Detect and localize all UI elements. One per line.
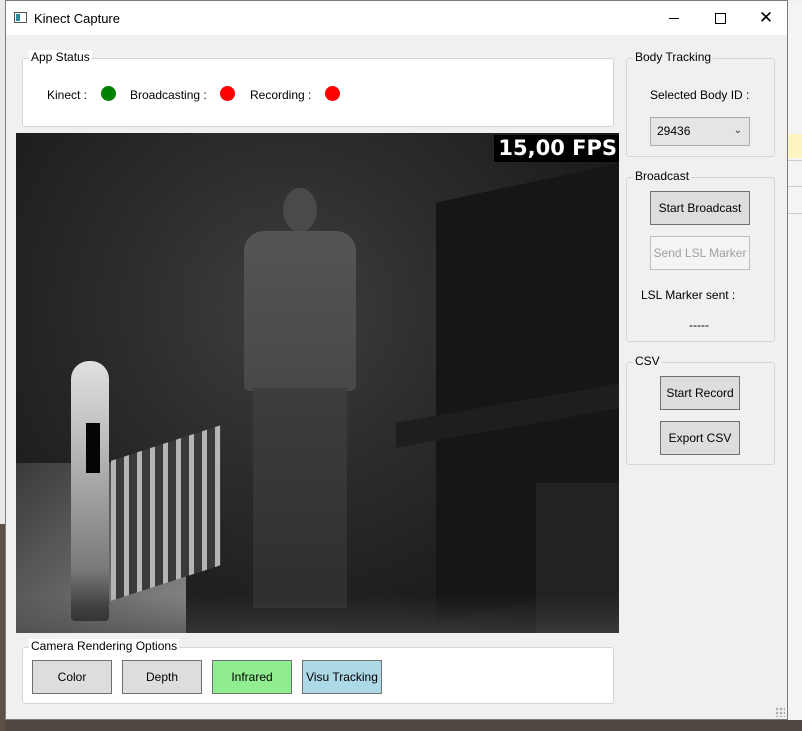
window-title: Kinect Capture	[34, 11, 120, 26]
selected-body-id-label: Selected Body ID :	[650, 88, 750, 102]
camera-rendering-options-group: Camera Rendering Options Color Depth Inf…	[22, 639, 614, 704]
maximize-icon	[714, 12, 726, 24]
broadcast-legend: Broadcast	[633, 169, 692, 183]
recording-status-indicator	[325, 86, 340, 101]
close-button[interactable]: ✕	[743, 1, 789, 35]
csv-group: CSV Start Record Export CSV	[626, 354, 775, 465]
broadcasting-label: Broadcasting :	[130, 88, 207, 102]
background-window-right	[786, 0, 802, 731]
kinect-status-indicator	[101, 86, 116, 101]
lsl-marker-sent-label: LSL Marker sent :	[641, 288, 736, 302]
minimize-button[interactable]	[651, 1, 697, 35]
lsl-marker-sent-value: -----	[689, 318, 709, 332]
resize-grip[interactable]	[775, 707, 785, 717]
broadcast-group: Broadcast Start Broadcast Send LSL Marke…	[626, 169, 775, 342]
selected-body-id-value: 29436	[657, 124, 691, 138]
minimize-icon	[669, 17, 679, 19]
body-tracking-legend: Body Tracking	[633, 50, 714, 64]
kinect-capture-window: Kinect Capture ✕ App Status Kinect : Bro…	[5, 0, 788, 720]
start-broadcast-button[interactable]: Start Broadcast	[650, 191, 750, 225]
camera-rendering-options-legend: Camera Rendering Options	[29, 639, 180, 653]
send-lsl-marker-button[interactable]: Send LSL Marker	[650, 236, 750, 270]
export-csv-button[interactable]: Export CSV	[660, 421, 740, 455]
recording-label: Recording :	[250, 88, 312, 102]
maximize-button[interactable]	[697, 1, 743, 35]
body-tracking-group: Body Tracking Selected Body ID : 29436 ⌄	[626, 50, 775, 157]
app-icon	[14, 12, 27, 23]
fps-counter: 15,00 FPS	[494, 135, 619, 162]
close-icon: ✕	[758, 7, 774, 28]
app-status-group: App Status Kinect : Broadcasting : Recor…	[22, 50, 614, 127]
csv-legend: CSV	[633, 354, 662, 368]
app-status-legend: App Status	[29, 50, 92, 64]
infrared-mode-button[interactable]: Infrared	[212, 660, 292, 694]
visu-tracking-mode-button[interactable]: Visu Tracking	[302, 660, 382, 694]
chevron-down-icon: ⌄	[733, 125, 742, 136]
background-desktop-bottom	[5, 720, 802, 731]
start-record-button[interactable]: Start Record	[660, 376, 740, 410]
title-bar: Kinect Capture ✕	[6, 1, 787, 35]
color-mode-button[interactable]: Color	[32, 660, 112, 694]
selected-body-id-dropdown[interactable]: 29436 ⌄	[650, 117, 750, 146]
broadcasting-status-indicator	[220, 86, 235, 101]
depth-mode-button[interactable]: Depth	[122, 660, 202, 694]
camera-view: 15,00 FPS	[16, 133, 619, 633]
kinect-label: Kinect :	[47, 88, 88, 102]
